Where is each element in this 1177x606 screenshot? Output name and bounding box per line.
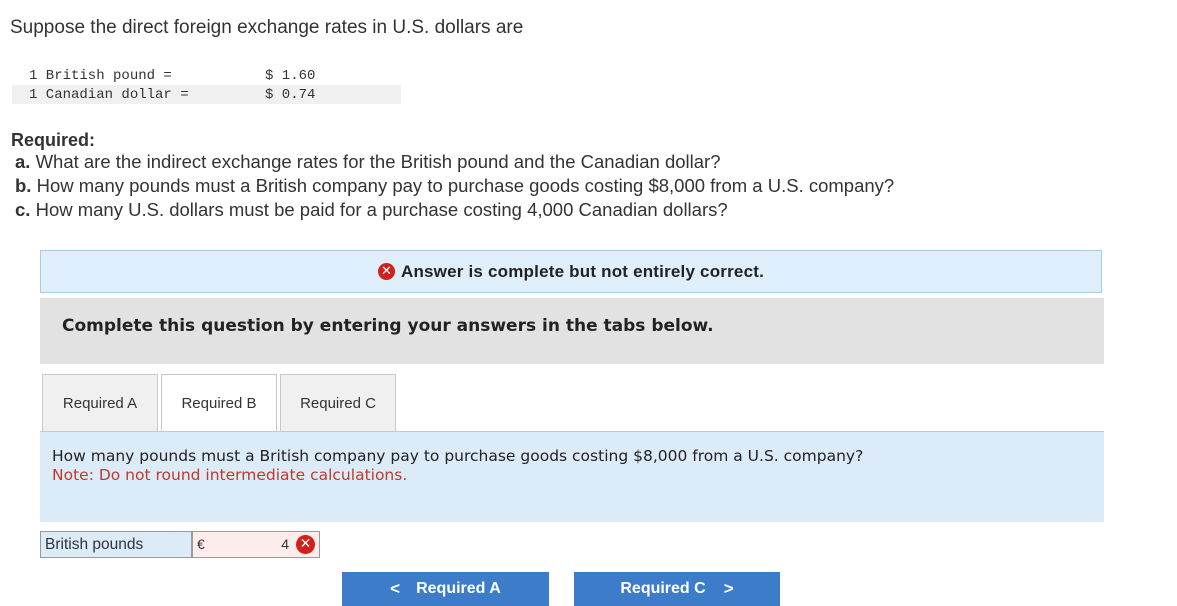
chevron-right-icon: > (723, 579, 734, 598)
rate-row: 1 British pound = $ 1.60 (12, 66, 401, 85)
prev-tab-label: Required A (416, 580, 501, 597)
panel-question: How many pounds must a British company p… (52, 447, 864, 465)
rate-value: $ 0.74 (195, 85, 401, 104)
required-prefix: c. (15, 199, 31, 220)
next-tab-label: Required C (620, 580, 706, 597)
tab-required-c[interactable]: Required C (280, 374, 396, 432)
required-item-b: b. How many pounds must a British compan… (15, 175, 894, 197)
required-prefix: b. (15, 175, 32, 196)
answer-input[interactable]: € 4 ✕ (192, 531, 320, 558)
required-text: How many U.S. dollars must be paid for a… (35, 199, 728, 220)
answer-status-banner: ✕ Answer is complete but not entirely co… (40, 250, 1102, 293)
problem-intro: Suppose the direct foreign exchange rate… (10, 17, 524, 38)
required-text: What are the indirect exchange rates for… (35, 151, 721, 172)
incorrect-icon: ✕ (296, 535, 315, 554)
required-heading: Required: (11, 130, 96, 150)
required-prefix: a. (15, 151, 31, 172)
rate-label: 1 Canadian dollar = (12, 85, 195, 104)
rate-row: 1 Canadian dollar = $ 0.74 (12, 85, 401, 104)
rate-value: $ 1.60 (265, 67, 316, 84)
banner-text: Answer is complete but not entirely corr… (400, 261, 765, 281)
answer-value[interactable]: 4 (281, 536, 289, 552)
tab-required-b[interactable]: Required B (161, 374, 277, 432)
answer-label: British pounds (40, 531, 192, 558)
tab-required-a[interactable]: Required A (42, 374, 158, 432)
required-item-c: c. How many U.S. dollars must be paid fo… (15, 199, 728, 221)
question-panel: How many pounds must a British company p… (40, 432, 1104, 522)
instruction-box: Complete this question by entering your … (40, 298, 1104, 364)
exchange-rate-table: 1 British pound = $ 1.60 1 Canadian doll… (12, 66, 401, 104)
required-item-a: a. What are the indirect exchange rates … (15, 151, 721, 173)
chevron-left-icon: < (390, 579, 401, 598)
instruction-text: Complete this question by entering your … (62, 316, 714, 336)
panel-note: Note: Do not round intermediate calculat… (52, 466, 408, 484)
x-circle-icon: ✕ (377, 263, 395, 280)
prev-tab-button[interactable]: < Required A (342, 572, 549, 606)
currency-symbol: € (197, 536, 205, 552)
rate-label: 1 British pound = (29, 67, 172, 84)
required-text: How many pounds must a British company p… (36, 175, 895, 196)
next-tab-button[interactable]: Required C > (574, 572, 780, 606)
